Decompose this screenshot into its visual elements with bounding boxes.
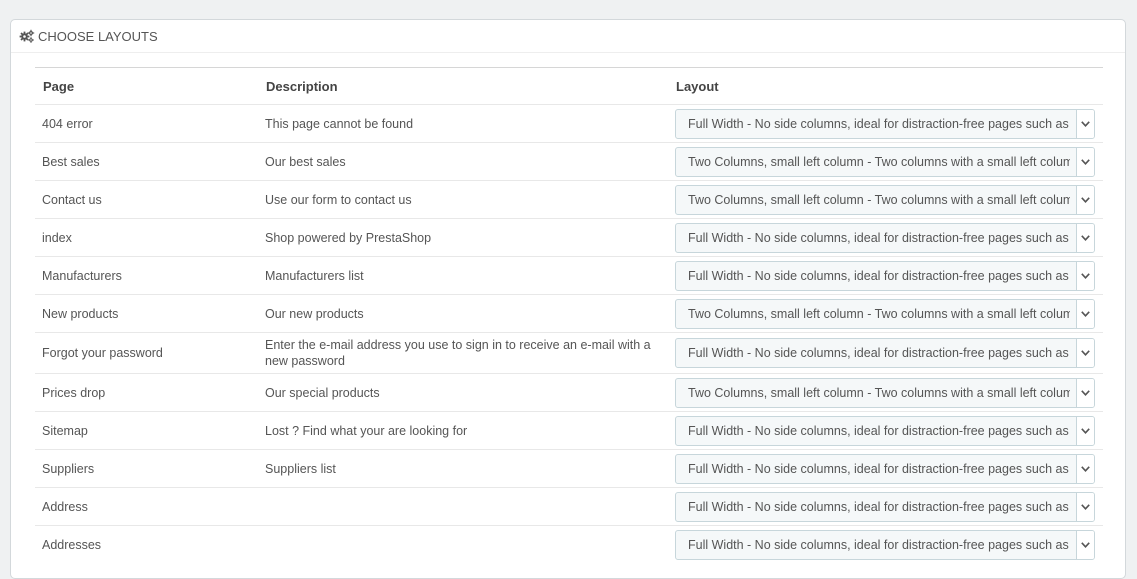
row-layout-cell: Full Width - No side columns, ideal for … — [668, 218, 1103, 257]
layout-select-value: Two Columns, small left column - Two col… — [688, 306, 1070, 321]
cogs-icon — [19, 29, 35, 43]
chevron-down-icon[interactable] — [1076, 185, 1094, 214]
row-description: Suppliers list — [258, 449, 668, 488]
layout-select[interactable]: Full Width - No side columns, ideal for … — [675, 108, 1095, 139]
row-description: Our new products — [258, 294, 668, 333]
row-page: Forgot your password — [35, 332, 258, 374]
row-page: Manufacturers — [35, 256, 258, 295]
column-header-layout: Layout — [668, 67, 1103, 105]
layout-select[interactable]: Full Width - No side columns, ideal for … — [675, 415, 1095, 446]
row-page: Prices drop — [35, 373, 258, 412]
chevron-down-icon[interactable] — [1076, 299, 1094, 328]
chevron-down-icon[interactable] — [1076, 147, 1094, 176]
row-description: This page cannot be found — [258, 104, 668, 143]
row-layout-cell: Two Columns, small left column - Two col… — [668, 373, 1103, 412]
row-description: Enter the e-mail address you use to sign… — [258, 332, 668, 374]
row-page: Address — [35, 487, 258, 526]
row-page: New products — [35, 294, 258, 333]
layout-select-value: Full Width - No side columns, ideal for … — [688, 461, 1069, 476]
chevron-down-icon[interactable] — [1076, 530, 1094, 559]
row-page: 404 error — [35, 104, 258, 143]
row-page: index — [35, 218, 258, 257]
table-row: Suppliers Suppliers list Full Width - No s… — [35, 449, 1103, 488]
row-description: Shop powered by PrestaShop — [258, 218, 668, 257]
layout-select-value: Full Width - No side columns, ideal for … — [688, 499, 1069, 514]
row-layout-cell: Full Width - No side columns, ideal for … — [668, 332, 1103, 374]
chevron-down-icon[interactable] — [1076, 261, 1094, 290]
layout-select-value: Full Width - No side columns, ideal for … — [688, 230, 1069, 245]
row-description: Use our form to contact us — [258, 180, 668, 219]
row-layout-cell: Two Columns, small left column - Two col… — [668, 180, 1103, 219]
row-layout-cell: Full Width - No side columns, ideal for … — [668, 411, 1103, 450]
layout-select[interactable]: Two Columns, small left column - Two col… — [675, 377, 1095, 408]
table-row: Prices drop Our special products Two Colum… — [35, 373, 1103, 412]
panel-heading: CHOOSE LAYOUTS — [11, 20, 1125, 53]
layout-select-value: Two Columns, small left column - Two col… — [688, 154, 1070, 169]
chevron-down-icon[interactable] — [1076, 223, 1094, 252]
layout-select-value: Two Columns, small left column - Two col… — [688, 385, 1070, 400]
layout-select[interactable]: Two Columns, small left column - Two col… — [675, 184, 1095, 215]
chevron-down-icon[interactable] — [1076, 378, 1094, 407]
row-layout-cell: Two Columns, small left column - Two col… — [668, 294, 1103, 333]
row-layout-cell: Full Width - No side columns, ideal for … — [668, 104, 1103, 143]
row-layout-cell: Full Width - No side columns, ideal for … — [668, 449, 1103, 488]
layouts-table-wrapper: Page Description Layout 404 error This pa… — [35, 67, 1103, 563]
layout-select-value: Full Width - No side columns, ideal for … — [688, 537, 1069, 552]
layout-select[interactable]: Full Width - No side columns, ideal for … — [675, 453, 1095, 484]
column-header-page: Page — [35, 67, 258, 105]
column-header-description: Description — [258, 67, 668, 105]
panel-title: CHOOSE LAYOUTS — [38, 28, 158, 44]
table-row: Address Full Width - No side columns, ide… — [35, 487, 1103, 526]
row-description — [258, 525, 668, 563]
row-layout-cell: Two Columns, small left column - Two col… — [668, 142, 1103, 181]
layout-select-value: Full Width - No side columns, ideal for … — [688, 346, 1069, 360]
layout-select-value: Full Width - No side columns, ideal for … — [688, 268, 1069, 283]
table-row: Best sales Our best sales Two Columns, sma… — [35, 142, 1103, 181]
table-row: Sitemap Lost ? Find what your are looking… — [35, 411, 1103, 450]
table-row: Manufacturers Manufacturers list Full Widt… — [35, 256, 1103, 295]
layout-select[interactable]: Full Width - No side columns, ideal for … — [675, 260, 1095, 291]
row-page: Sitemap — [35, 411, 258, 450]
layout-select[interactable]: Two Columns, small left column - Two col… — [675, 298, 1095, 329]
layout-select[interactable]: Two Columns, small left column - Two col… — [675, 146, 1095, 177]
layout-select[interactable]: Full Width - No side columns, ideal for … — [675, 338, 1095, 368]
chevron-down-icon[interactable] — [1076, 454, 1094, 483]
layouts-table: Page Description Layout 404 error This pa… — [35, 67, 1103, 563]
chevron-down-icon[interactable] — [1076, 416, 1094, 445]
layout-select[interactable]: Full Width - No side columns, ideal for … — [675, 529, 1095, 560]
table-row: index Shop powered by PrestaShop Full Widt… — [35, 218, 1103, 257]
table-row: New products Our new products Two Columns,… — [35, 294, 1103, 333]
row-layout-cell: Full Width - No side columns, ideal for … — [668, 487, 1103, 526]
row-page: Addresses — [35, 525, 258, 563]
chevron-down-icon[interactable] — [1076, 339, 1094, 367]
row-description: Lost ? Find what your are looking for — [258, 411, 668, 450]
chevron-down-icon[interactable] — [1076, 492, 1094, 521]
table-header-row: Page Description Layout — [35, 67, 1103, 105]
row-page: Contact us — [35, 180, 258, 219]
table-row: Forgot your password Enter the e-mail add… — [35, 332, 1103, 374]
layout-select[interactable]: Full Width - No side columns, ideal for … — [675, 222, 1095, 253]
layout-select[interactable]: Full Width - No side columns, ideal for … — [675, 491, 1095, 522]
row-description — [258, 487, 668, 526]
layout-select-value: Full Width - No side columns, ideal for … — [688, 116, 1069, 131]
row-layout-cell: Full Width - No side columns, ideal for … — [668, 525, 1103, 563]
row-description: Our special products — [258, 373, 668, 412]
row-page: Best sales — [35, 142, 258, 181]
layout-select-value: Full Width - No side columns, ideal for … — [688, 423, 1069, 438]
row-description: Our best sales — [258, 142, 668, 181]
row-layout-cell: Full Width - No side columns, ideal for … — [668, 256, 1103, 295]
layout-select-value: Two Columns, small left column - Two col… — [688, 192, 1070, 207]
row-description: Manufacturers list — [258, 256, 668, 295]
table-body: 404 error This page cannot be found Full W… — [35, 104, 1103, 563]
table-row: Addresses Full Width - No side columns, i… — [35, 525, 1103, 563]
table-row: 404 error This page cannot be found Full W… — [35, 104, 1103, 143]
table-row: Contact us Use our form to contact us Two … — [35, 180, 1103, 219]
row-page: Suppliers — [35, 449, 258, 488]
choose-layouts-panel: CHOOSE LAYOUTS Page Description Layout 4… — [10, 19, 1126, 579]
chevron-down-icon[interactable] — [1076, 109, 1094, 138]
